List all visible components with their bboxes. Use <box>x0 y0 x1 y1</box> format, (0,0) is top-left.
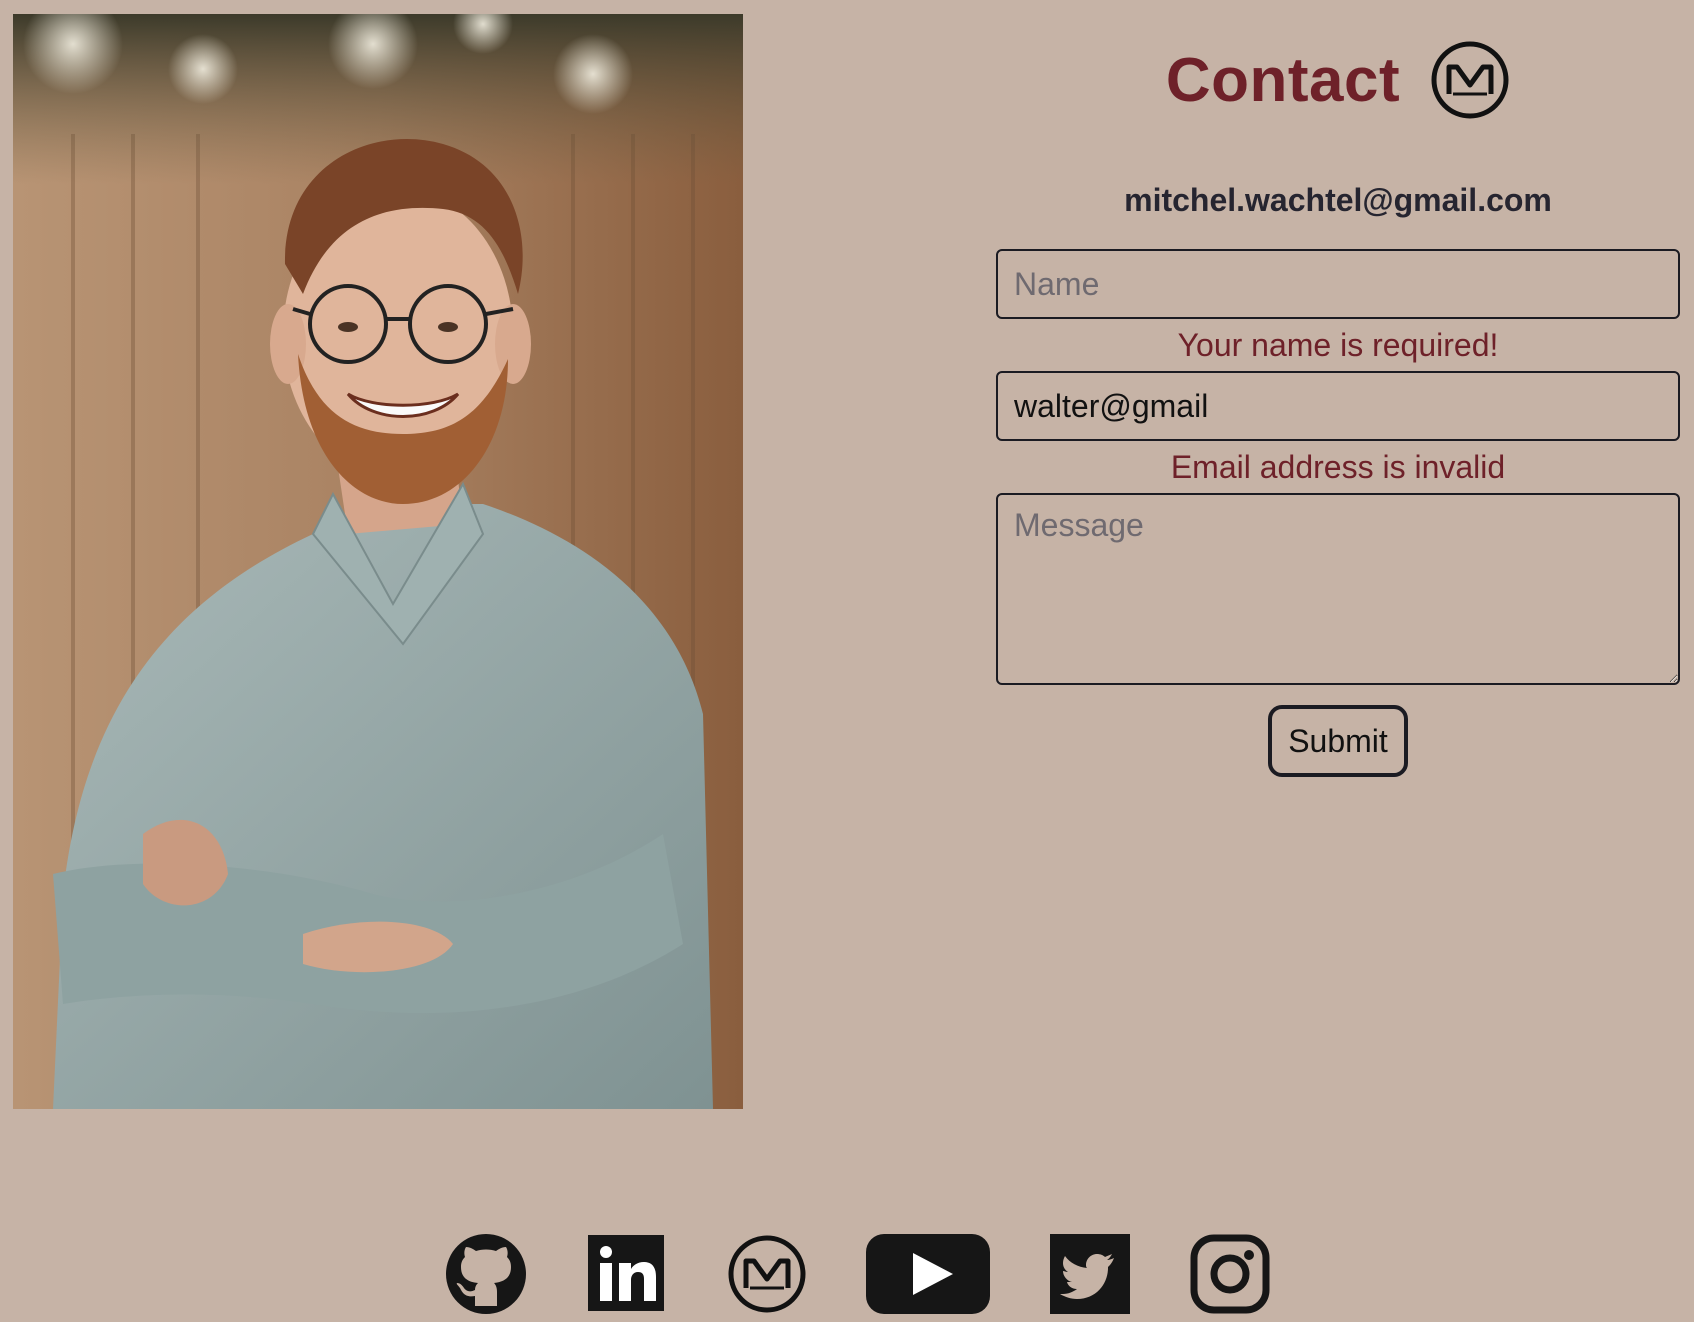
github-link[interactable] <box>445 1232 527 1316</box>
email-input[interactable] <box>996 371 1680 441</box>
medium-icon[interactable] <box>1430 40 1510 120</box>
name-error-message: Your name is required! <box>1177 327 1499 363</box>
medium-link[interactable] <box>727 1232 807 1316</box>
linkedin-icon <box>588 1235 664 1311</box>
contact-heading-row: Contact <box>996 30 1680 130</box>
email-error-message: Email address is invalid <box>1170 449 1506 485</box>
contact-panel: Contact mitchel.wachtel@gmail.com Your n… <box>996 30 1680 777</box>
twitter-link[interactable] <box>1050 1232 1130 1316</box>
twitter-icon <box>1050 1234 1130 1314</box>
social-links-bar <box>0 1232 1694 1316</box>
contact-page: Contact mitchel.wachtel@gmail.com Your n… <box>0 0 1694 1322</box>
youtube-icon <box>866 1234 990 1314</box>
page-title: Contact <box>1165 45 1401 115</box>
submit-button[interactable]: Submit <box>1268 705 1408 777</box>
linkedin-link[interactable] <box>588 1232 664 1316</box>
medium-icon <box>728 1235 806 1313</box>
contact-email: mitchel.wachtel@gmail.com <box>1124 182 1552 218</box>
name-input[interactable] <box>996 249 1680 319</box>
portrait-image <box>13 14 743 1109</box>
contact-form: Your name is required! Email address is … <box>996 249 1680 777</box>
github-icon <box>446 1234 526 1314</box>
portrait-photo <box>13 14 743 1109</box>
message-textarea[interactable] <box>996 493 1680 685</box>
instagram-icon <box>1190 1234 1270 1314</box>
youtube-link[interactable] <box>866 1232 990 1316</box>
submit-row: Submit <box>996 705 1680 777</box>
instagram-link[interactable] <box>1190 1232 1270 1316</box>
